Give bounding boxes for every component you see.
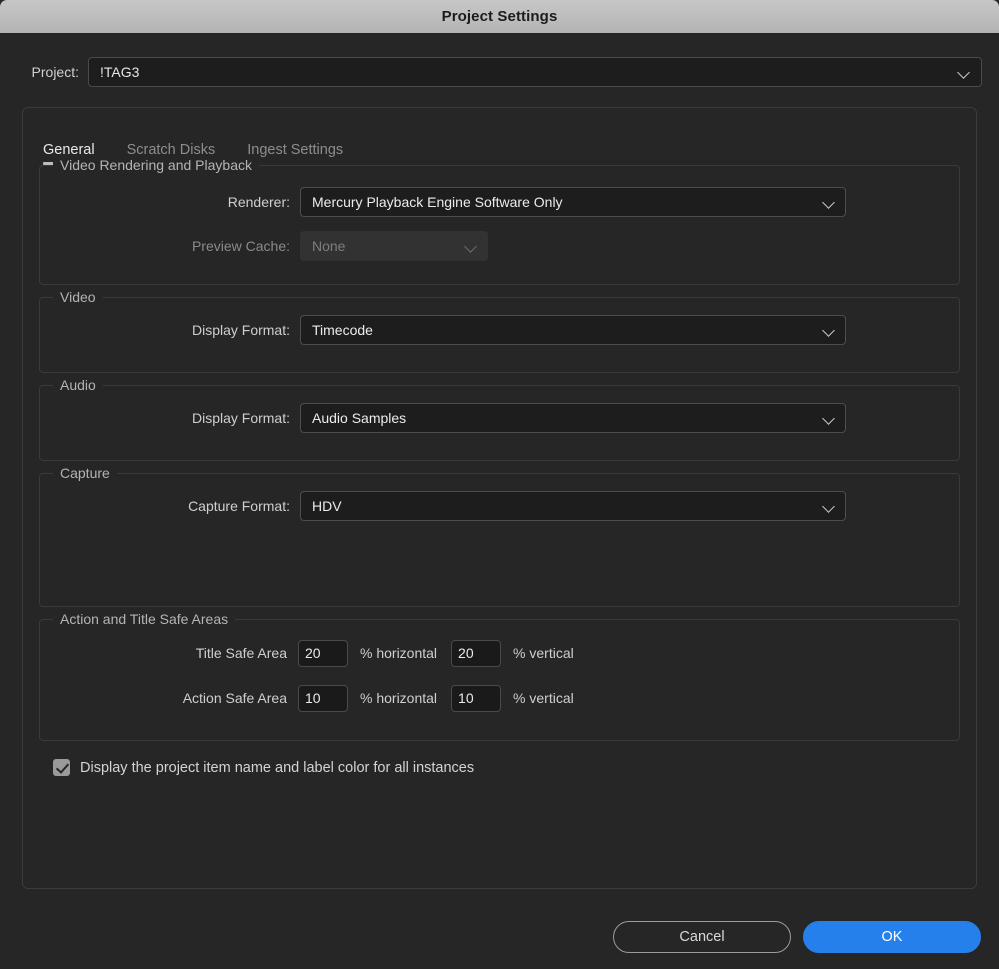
- tab-ingest-settings[interactable]: Ingest Settings: [247, 142, 343, 165]
- title-safe-area-row: Title Safe Area % horizontal % vertical: [40, 638, 959, 668]
- section-video-rendering-legend: Video Rendering and Playback: [53, 157, 259, 173]
- renderer-dropdown[interactable]: Mercury Playback Engine Software Only: [300, 187, 846, 217]
- display-project-item-name-label: Display the project item name and label …: [80, 759, 475, 776]
- capture-format-row: Capture Format: HDV: [40, 490, 959, 522]
- project-dropdown-value: !TAG3: [100, 64, 140, 80]
- preview-cache-label: Preview Cache:: [191, 238, 290, 254]
- preview-cache-row: Preview Cache: None: [40, 230, 959, 262]
- chevron-down-icon: [823, 500, 836, 513]
- section-video-legend: Video: [53, 289, 103, 305]
- window-title: Project Settings: [441, 8, 558, 25]
- renderer-label: Renderer:: [227, 194, 290, 210]
- title-safe-vertical-input[interactable]: [451, 639, 502, 667]
- section-audio-legend: Audio: [53, 377, 103, 393]
- dialog-footer: Cancel OK: [0, 905, 999, 969]
- project-label: Project:: [31, 64, 79, 80]
- audio-display-format-value: Audio Samples: [312, 410, 407, 426]
- action-safe-vertical-input[interactable]: [451, 684, 502, 712]
- preview-cache-dropdown-value: None: [312, 238, 346, 254]
- project-row: Project: !TAG3: [0, 54, 999, 90]
- chevron-down-icon: [823, 196, 836, 209]
- section-capture: Capture Capture Format: HDV: [39, 465, 960, 607]
- chevron-down-icon: [465, 240, 478, 253]
- capture-format-dropdown[interactable]: HDV: [300, 491, 846, 521]
- video-display-format-value: Timecode: [312, 322, 373, 338]
- display-project-item-name-checkbox[interactable]: [53, 759, 70, 776]
- cancel-button[interactable]: Cancel: [613, 921, 791, 953]
- title-safe-vertical-unit: % vertical: [513, 645, 574, 661]
- display-project-item-name-row[interactable]: Display the project item name and label …: [53, 759, 962, 776]
- chevron-down-icon: [958, 66, 971, 79]
- project-dropdown[interactable]: !TAG3: [88, 57, 982, 87]
- section-video-rendering: Video Rendering and Playback Renderer: M…: [39, 157, 960, 285]
- action-safe-horizontal-input[interactable]: [298, 684, 348, 712]
- chevron-down-icon: [823, 324, 836, 337]
- section-safe-areas: Action and Title Safe Areas Title Safe A…: [39, 611, 960, 741]
- video-display-format-row: Display Format: Timecode: [40, 314, 959, 346]
- section-safe-areas-legend: Action and Title Safe Areas: [53, 611, 236, 627]
- section-capture-legend: Capture: [53, 465, 117, 481]
- settings-panel: General Scratch Disks Ingest Settings Vi…: [22, 107, 977, 889]
- preview-cache-dropdown: None: [300, 231, 488, 261]
- video-display-format-dropdown[interactable]: Timecode: [300, 315, 846, 345]
- section-video: Video Display Format: Timecode: [39, 289, 960, 373]
- action-safe-area-label: Action Safe Area: [182, 690, 287, 706]
- audio-display-format-row: Display Format: Audio Samples: [40, 402, 959, 434]
- capture-format-value: HDV: [312, 498, 342, 514]
- ok-button[interactable]: OK: [803, 921, 981, 953]
- capture-format-label: Capture Format:: [188, 498, 290, 514]
- action-safe-area-row: Action Safe Area % horizontal % vertical: [40, 683, 959, 713]
- action-safe-horizontal-unit: % horizontal: [360, 690, 438, 706]
- action-safe-vertical-unit: % vertical: [513, 690, 574, 706]
- audio-display-format-label: Display Format:: [191, 410, 290, 426]
- chevron-down-icon: [823, 412, 836, 425]
- title-safe-horizontal-unit: % horizontal: [360, 645, 438, 661]
- renderer-dropdown-value: Mercury Playback Engine Software Only: [312, 194, 563, 210]
- section-audio: Audio Display Format: Audio Samples: [39, 377, 960, 461]
- renderer-row: Renderer: Mercury Playback Engine Softwa…: [40, 186, 959, 218]
- audio-display-format-dropdown[interactable]: Audio Samples: [300, 403, 846, 433]
- video-display-format-label: Display Format:: [191, 322, 290, 338]
- title-safe-horizontal-input[interactable]: [298, 639, 348, 667]
- window-titlebar: Project Settings: [0, 0, 999, 33]
- title-safe-area-label: Title Safe Area: [195, 645, 287, 661]
